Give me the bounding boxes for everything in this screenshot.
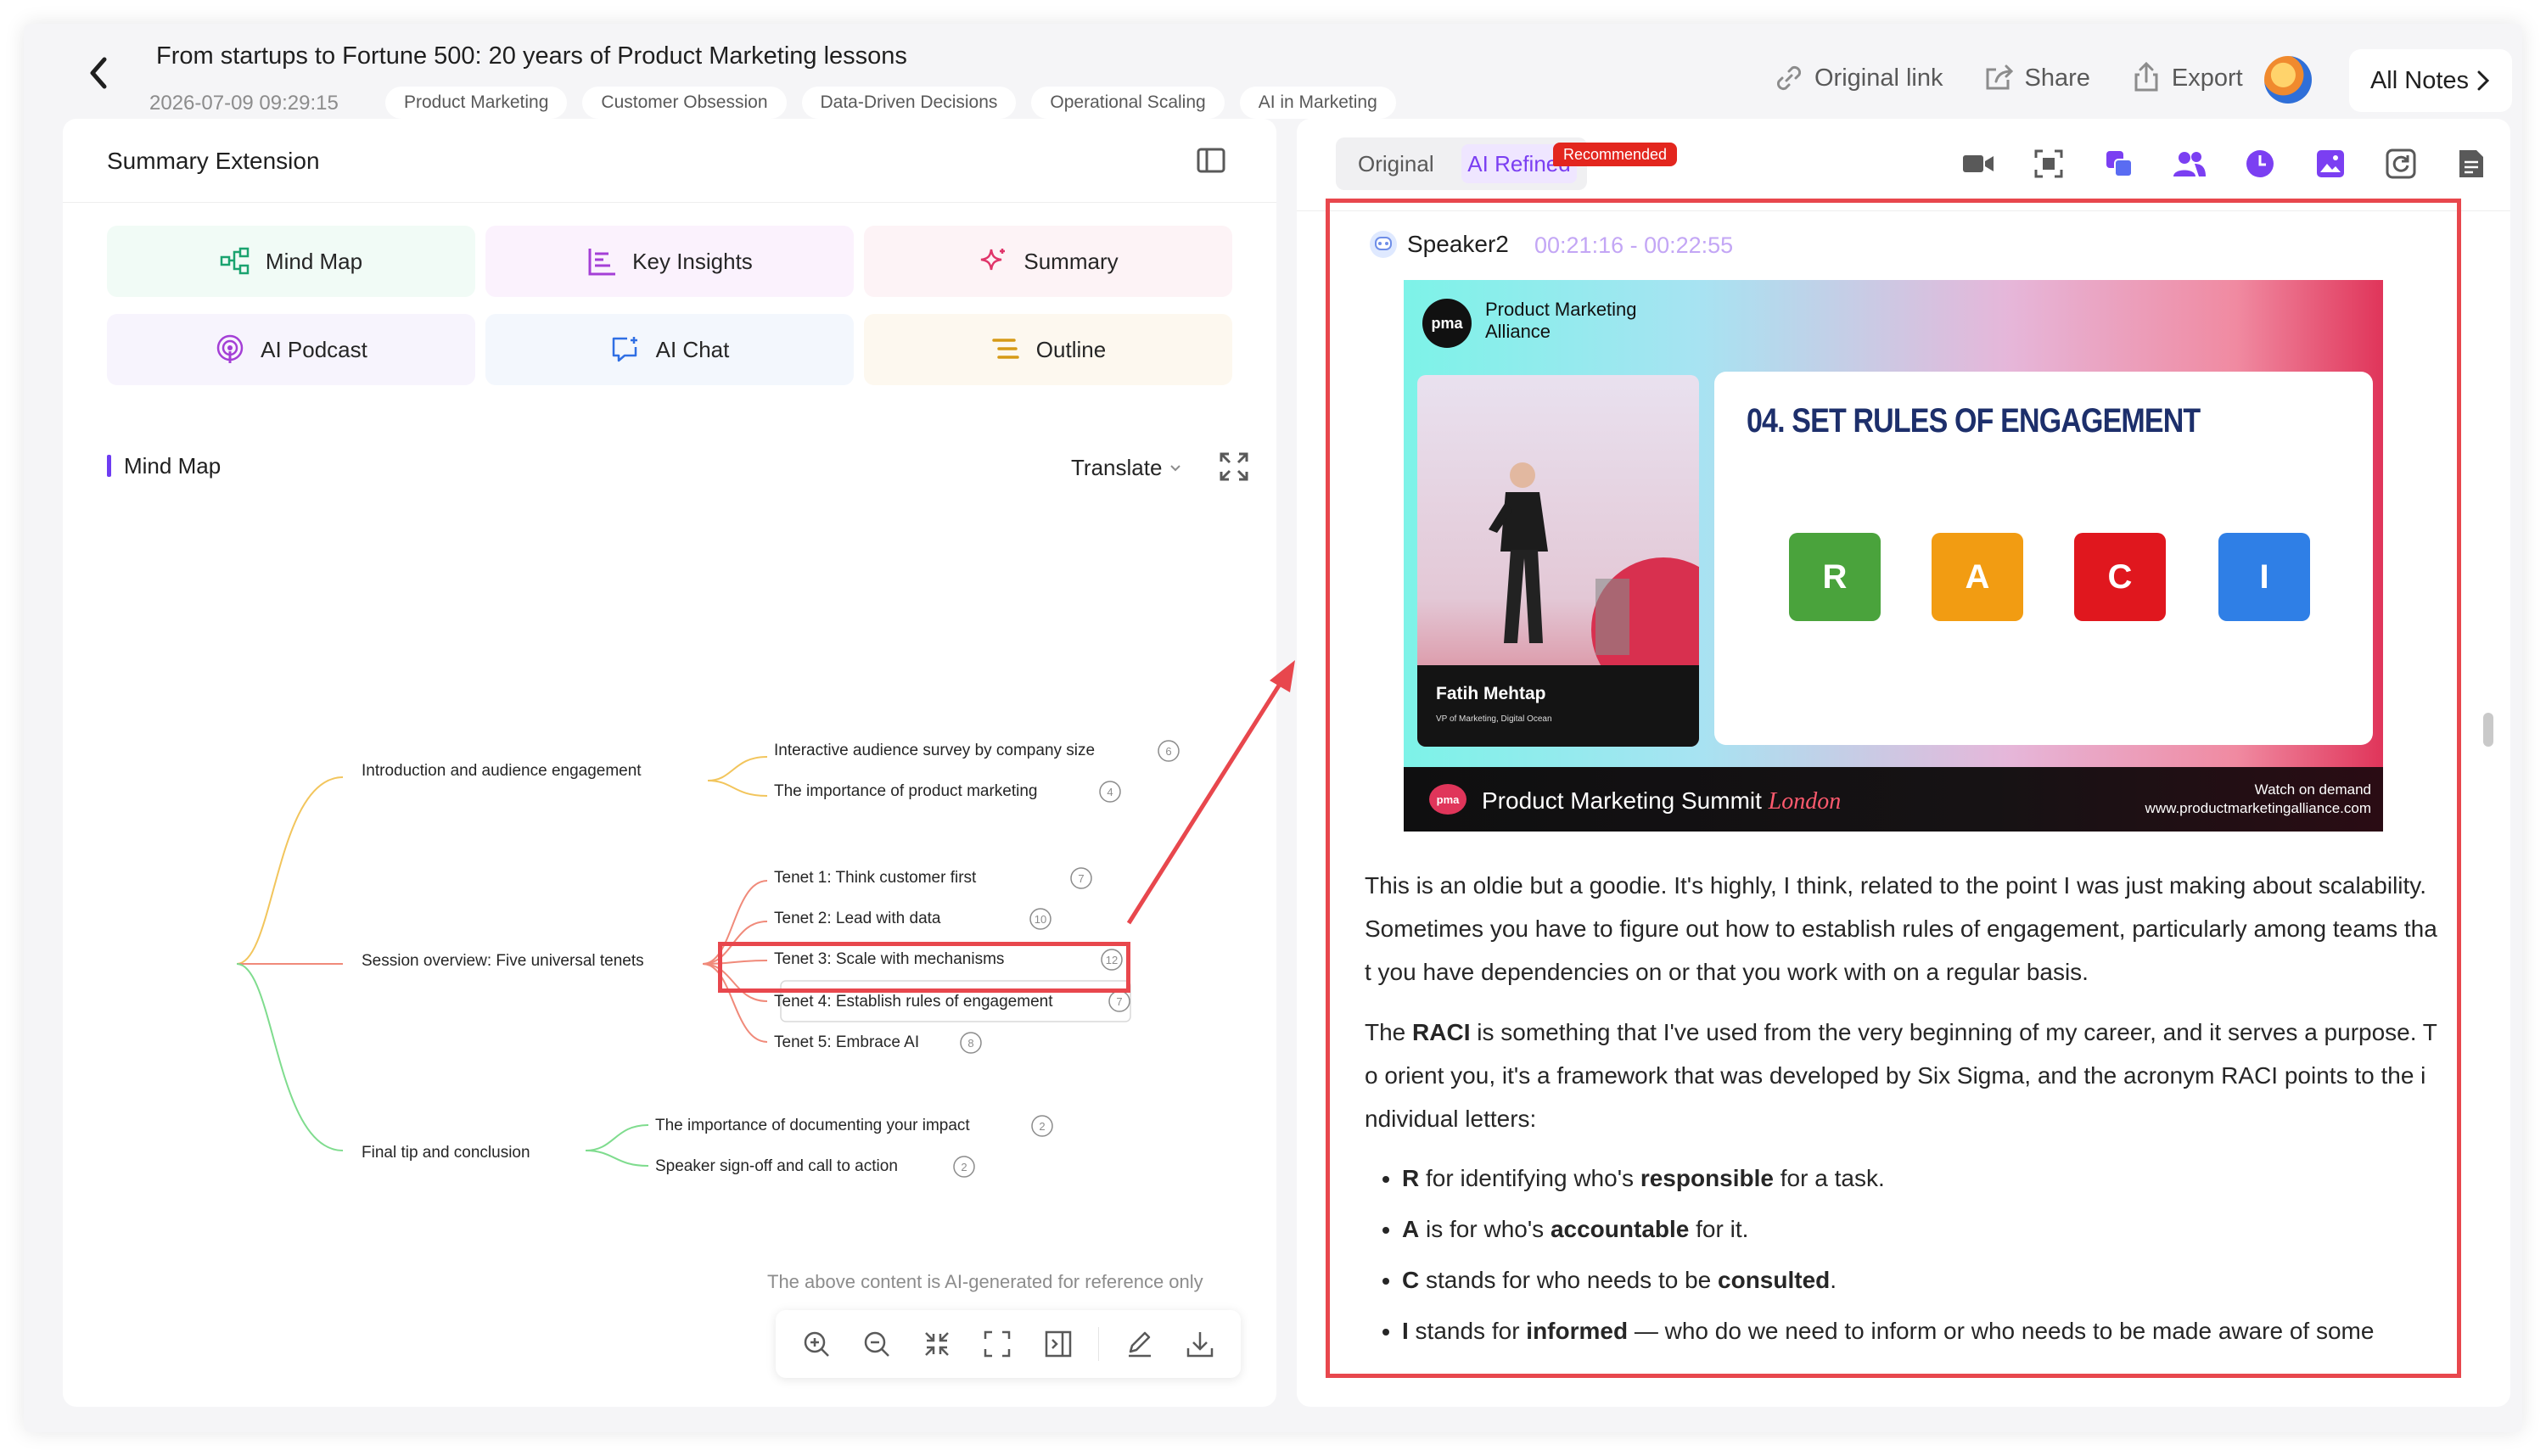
arrow-head (1270, 660, 1295, 692)
annotation-arrow (1126, 660, 1295, 925)
arrow-line (1126, 677, 1286, 925)
app-window: From startups to Fortune 500: 20 years o… (24, 24, 2522, 1432)
